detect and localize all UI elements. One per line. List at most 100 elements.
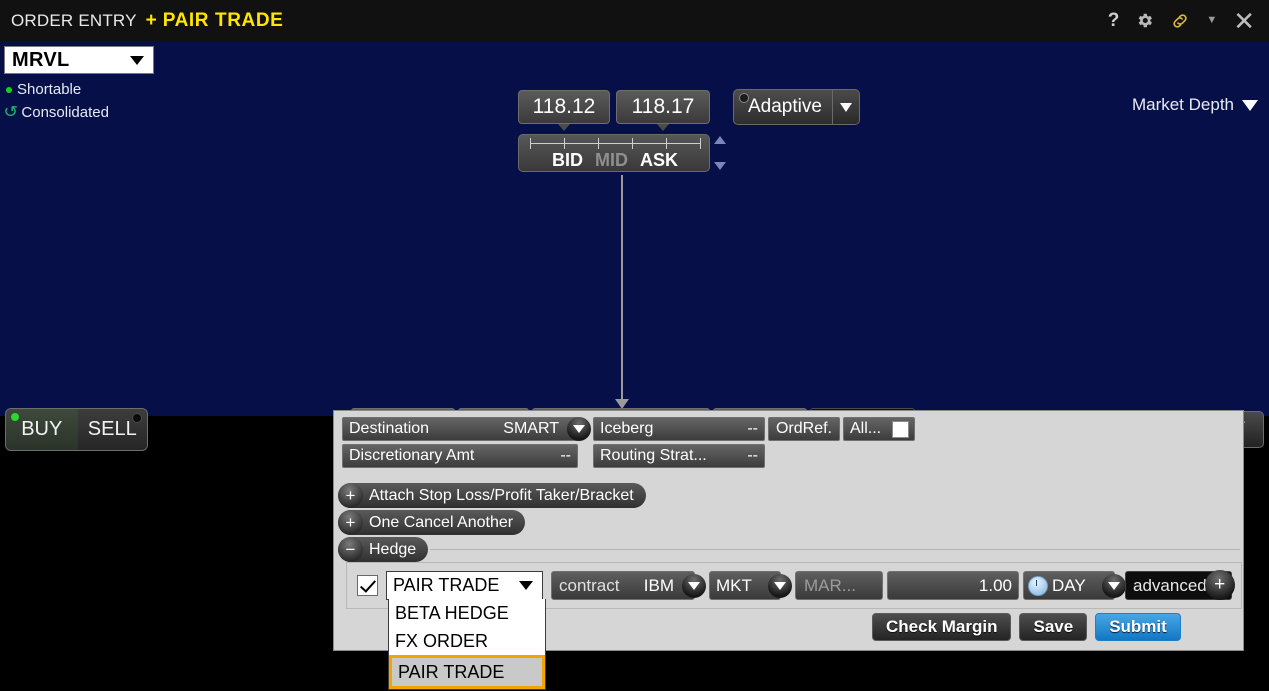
side-toggle[interactable]: BUY SELL	[5, 408, 148, 451]
hedge-ratio-value: 1.00	[971, 576, 1018, 596]
slider-tick	[700, 138, 701, 149]
attach-bracket-toggle[interactable]: + Attach Stop Loss/Profit Taker/Bracket	[338, 483, 646, 508]
close-icon[interactable]: ✕	[1233, 8, 1255, 34]
slider-label-ask[interactable]: ASK	[640, 150, 678, 171]
bid-price-chip[interactable]: 118.12	[518, 90, 610, 124]
chevron-down-icon	[130, 56, 144, 65]
hedge-order-type-select[interactable]: MKT	[709, 571, 781, 600]
slider-tick	[598, 138, 599, 149]
sell-label: SELL	[88, 418, 137, 441]
page-title: PAIR TRADE	[163, 10, 284, 32]
symbol-value: MRVL	[12, 49, 70, 72]
hedge-contract-label: contract	[552, 576, 619, 596]
ordref-label: OrdRef.	[776, 420, 832, 438]
gear-icon[interactable]	[1135, 11, 1154, 30]
panel-submit-button[interactable]: Submit	[1095, 613, 1181, 641]
symbol-select[interactable]: MRVL	[4, 46, 154, 74]
chevron-down-icon[interactable]: ▼	[1206, 15, 1217, 26]
bid-chip-notch	[558, 124, 570, 131]
clock-icon	[1028, 576, 1048, 596]
discretionary-amt-label: Discretionary Amt	[343, 447, 474, 465]
consolidated-label: Consolidated	[21, 104, 109, 121]
slider-labels: BID MID ASK	[519, 150, 711, 171]
hedge-order-type-dropdown-button[interactable]	[768, 574, 792, 598]
algo-radio-icon[interactable]	[739, 93, 749, 103]
ordref-field[interactable]: OrdRef.	[768, 417, 840, 441]
hedge-contract-dropdown-button[interactable]	[682, 574, 706, 598]
save-button[interactable]: Save	[1019, 613, 1087, 641]
price-stepper[interactable]	[713, 136, 727, 170]
sell-led-icon	[132, 413, 142, 423]
stepper-down-icon[interactable]	[714, 162, 726, 170]
plus-icon[interactable]: +	[1205, 570, 1235, 600]
chevron-down-icon	[573, 425, 585, 433]
attach-bracket-label: Attach Stop Loss/Profit Taker/Bracket	[369, 487, 634, 505]
destination-select[interactable]: Destination SMART	[342, 417, 578, 441]
advanced-row-2: Discretionary Amt -- Routing Strat... --	[342, 444, 765, 468]
plus-icon: +	[338, 510, 363, 535]
market-depth-toggle[interactable]: Market Depth	[1132, 95, 1258, 115]
chevron-down-icon	[1108, 582, 1120, 590]
algo-dropdown-button[interactable]	[832, 90, 859, 124]
minus-icon: −	[338, 537, 363, 562]
check-margin-button[interactable]: Check Margin	[872, 613, 1011, 641]
slider-tick	[530, 138, 531, 149]
ask-price-chip[interactable]: 118.17	[616, 90, 710, 124]
chevron-down-icon	[688, 582, 700, 590]
dropdown-option-fx-order[interactable]: FX ORDER	[389, 627, 545, 655]
hedge-tif-select[interactable]: DAY	[1023, 571, 1115, 600]
slider-label-bid[interactable]: BID	[552, 150, 583, 171]
iceberg-label: Iceberg	[594, 420, 653, 438]
slider-tick	[564, 138, 565, 149]
stepper-up-icon[interactable]	[714, 136, 726, 144]
hedge-tif-dropdown-button[interactable]	[1102, 574, 1126, 598]
panel-button-row: Check Margin Save Submit	[872, 613, 1181, 641]
iceberg-value: --	[737, 420, 764, 438]
buy-button[interactable]: BUY	[6, 409, 78, 450]
hedge-toggle[interactable]: − Hedge	[338, 537, 428, 562]
slider-tick	[632, 138, 633, 149]
slider-tick	[666, 138, 667, 149]
one-cancel-another-toggle[interactable]: + One Cancel Another	[338, 510, 525, 535]
hedge-advanced-toggle[interactable]: advanced +	[1125, 571, 1232, 600]
sell-button[interactable]: SELL	[78, 409, 148, 450]
destination-dropdown-button[interactable]	[567, 417, 591, 441]
hedge-order-type-value: MKT	[716, 576, 752, 596]
all-or-none-checkbox[interactable]	[892, 421, 909, 438]
order-entry-body: MRVL Shortable ↺ Consolidated 118.12 118…	[0, 41, 1269, 416]
hedge-contract-field[interactable]: contract IBM	[551, 571, 695, 600]
hedge-margin-field[interactable]: MAR...	[795, 571, 883, 600]
discretionary-amt-field[interactable]: Discretionary Amt --	[342, 444, 578, 468]
hedge-checkbox[interactable]	[357, 575, 378, 596]
dropdown-option-beta-hedge[interactable]: BETA HEDGE	[389, 599, 545, 627]
plus-icon: +	[338, 483, 363, 508]
destination-label: Destination	[343, 420, 429, 438]
dropdown-option-pair-trade[interactable]: PAIR TRADE	[389, 655, 545, 689]
slider-label-mid[interactable]: MID	[595, 150, 628, 171]
all-or-none-field[interactable]: All...	[843, 417, 915, 441]
iceberg-field[interactable]: Iceberg --	[593, 417, 765, 441]
chevron-down-icon	[1242, 100, 1258, 111]
price-slider[interactable]: BID MID ASK	[518, 134, 710, 172]
buy-label: BUY	[21, 418, 62, 441]
routing-strategy-field[interactable]: Routing Strat... --	[593, 444, 765, 468]
advanced-row-1: Destination SMART Iceberg -- OrdRef. All…	[342, 417, 915, 441]
all-or-none-label: All...	[844, 420, 881, 438]
c-glyph-icon: ↺	[3, 102, 18, 122]
help-icon[interactable]: ?	[1108, 11, 1120, 30]
hedge-type-select[interactable]: PAIR TRADE	[386, 571, 543, 600]
chevron-down-icon	[519, 581, 533, 590]
link-icon[interactable]	[1170, 11, 1190, 31]
slider-track	[530, 143, 700, 144]
hedge-row: PAIR TRADE contract IBM MKT MAR... 1.00 …	[357, 571, 1232, 600]
shortable-label: Shortable	[17, 81, 81, 98]
shortable-flag: Shortable	[6, 81, 81, 98]
title-bar-icons: ? ▼ ✕	[1108, 8, 1269, 34]
buy-led-icon	[11, 413, 19, 421]
chevron-down-icon	[774, 582, 786, 590]
hedge-contract-value: IBM	[636, 576, 680, 596]
hedge-divider	[430, 549, 1240, 550]
hedge-ratio-field[interactable]: 1.00	[887, 571, 1019, 600]
discretionary-amt-value: --	[550, 447, 577, 465]
algo-select[interactable]: Adaptive	[733, 89, 860, 125]
